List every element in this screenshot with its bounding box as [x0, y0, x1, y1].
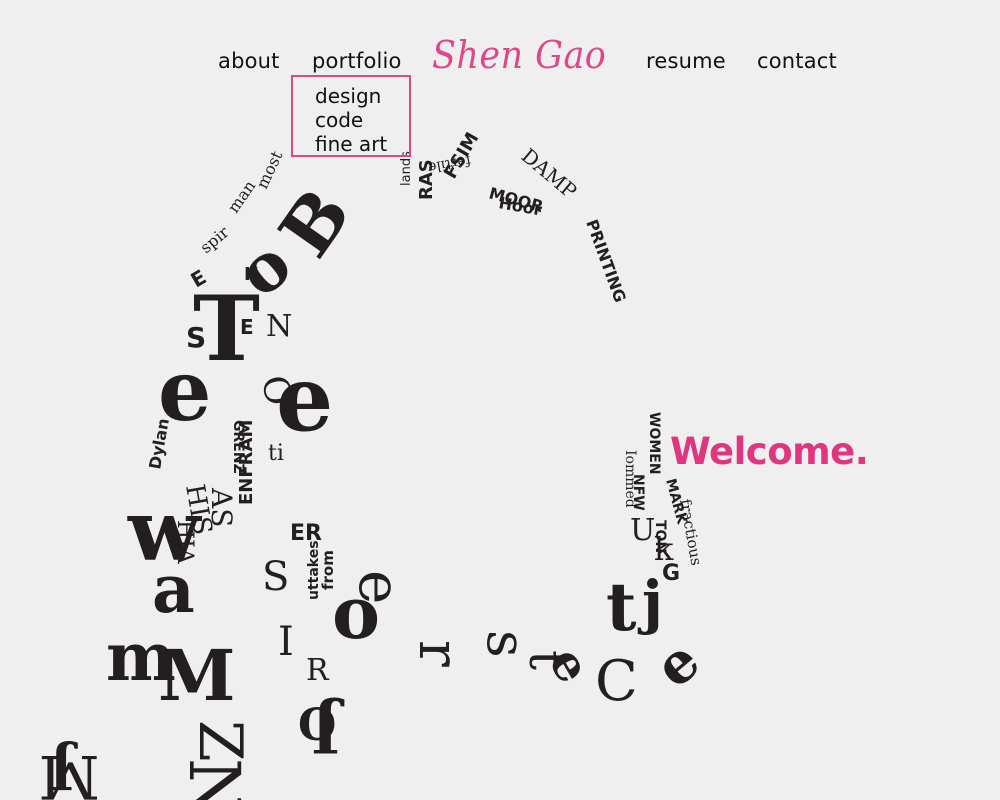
nav-resume[interactable]: resume: [646, 49, 726, 73]
artwork-glyph: N: [173, 758, 255, 800]
artwork-glyph: r: [406, 640, 471, 667]
nav-portfolio[interactable]: portfolio: [312, 49, 402, 73]
artwork-glyph: e: [643, 627, 713, 700]
dropdown-item-fine-art[interactable]: fine art: [315, 132, 387, 156]
artwork-glyph: m: [106, 618, 176, 696]
artwork-glyph: N: [266, 309, 292, 344]
site-logo[interactable]: Shen Gao: [432, 33, 606, 77]
artwork-glyph: S: [186, 321, 206, 354]
nav-contact[interactable]: contact: [757, 49, 837, 73]
artwork-glyph: Dylan: [145, 417, 173, 471]
artwork-glyph: J: [312, 695, 345, 765]
artwork-glyph: ti: [268, 441, 284, 466]
artwork-glyph: GRENZ: [230, 420, 246, 474]
artwork-glyph: R: [306, 653, 330, 688]
artwork-glyph: e: [346, 570, 414, 604]
artwork-glyph: U: [630, 513, 655, 548]
artwork-glyph: most: [252, 147, 286, 191]
artwork-glyph: from: [319, 550, 337, 590]
artwork-glyph: PRINTING: [582, 217, 630, 305]
artwork-glyph: e: [538, 638, 602, 692]
artwork-glyph: NFW: [630, 474, 646, 511]
artwork-glyph: ER: [290, 521, 322, 546]
welcome-heading: Welcome.: [670, 430, 869, 473]
artwork-glyph: I: [278, 619, 294, 665]
artwork-glyph: Z: [185, 720, 255, 762]
typographic-g-artwork: eToBeS E NOKEspirmanmostDylanHISASHIAwaMmN…: [39, 129, 713, 800]
nav-about[interactable]: about: [218, 49, 280, 73]
artwork-glyph: t: [606, 568, 637, 646]
artwork-glyph: TON: [652, 520, 668, 553]
artwork-glyph: C: [595, 649, 638, 714]
artwork-glyph: M: [39, 741, 100, 800]
page: e To Be S E N O K Espir man most Dylan HIS AS HIA w a Mm N…: [0, 0, 1000, 800]
artwork-glyph: K: [244, 264, 259, 285]
artwork-glyph: a: [152, 550, 195, 628]
portfolio-dropdown: design code fine art: [291, 75, 411, 157]
dropdown-item-code[interactable]: code: [315, 108, 363, 132]
artwork-glyph: S: [262, 554, 289, 600]
artwork-glyph: E: [240, 315, 254, 339]
artwork-glyph: j: [637, 568, 663, 636]
dropdown-item-design[interactable]: design: [315, 84, 381, 108]
artwork-glyph: AS: [205, 487, 238, 527]
artwork-glyph: WOMEN: [646, 412, 662, 475]
